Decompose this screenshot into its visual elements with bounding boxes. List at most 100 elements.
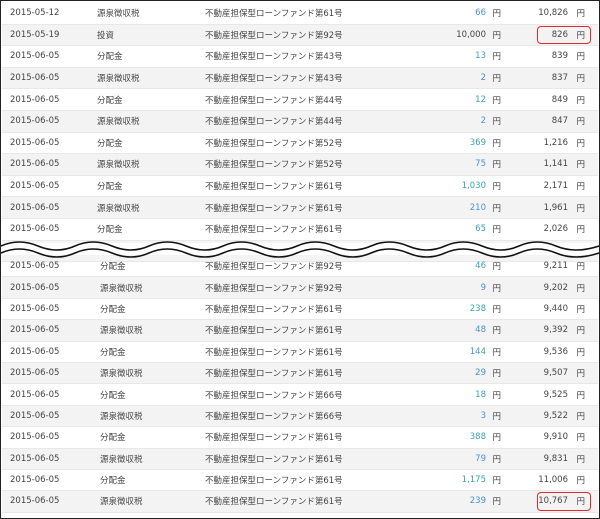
transaction-amount: 210 <box>469 202 486 213</box>
balance-yen-unit: 円 <box>576 326 585 337</box>
amount-yen-unit: 円 <box>492 454 501 465</box>
amount-yen-unit: 円 <box>492 52 501 63</box>
transaction-row: 2015-06-05 源泉徴収税 不動産担保型ローンファンド第61号 48 円 9,392… <box>2 320 598 342</box>
amount-yen-unit: 円 <box>492 225 501 236</box>
balance-amount: 9,536 <box>543 346 568 357</box>
transaction-history-panel: 2015-05-12 源泉徴収税 不動産担保型ローンファンド第61号 66 円 10,82… <box>0 0 600 519</box>
transaction-type: 源泉徴収税 <box>97 74 140 85</box>
balance-amount: 9,440 <box>543 303 568 314</box>
transaction-row: 2015-06-05 分配金 不動産担保型ローンファンド第61号 238 円 9,440 円 <box>2 299 598 321</box>
balance-yen-unit: 円 <box>576 476 585 487</box>
transaction-amount: 239 <box>469 496 486 507</box>
highlighted-balance-box <box>537 25 591 45</box>
transaction-amount: 1,175 <box>461 475 486 486</box>
transaction-row: 2015-06-05 分配金 不動産担保型ローンファンド第66号 18 円 9,525 円 <box>2 384 598 406</box>
transaction-date: 2015-06-05 <box>10 116 60 127</box>
transaction-date: 2015-06-05 <box>10 282 60 293</box>
transaction-date: 2015-06-05 <box>10 159 60 170</box>
transaction-row: 2015-06-05 源泉徴収税 不動産担保型ローンファンド第52号 75 円 1,141… <box>2 154 598 176</box>
transaction-type: 分配金 <box>97 95 123 106</box>
balance-yen-unit: 円 <box>576 225 585 236</box>
transaction-date: 2015-06-05 <box>10 303 60 314</box>
transaction-date: 2015-05-19 <box>10 29 60 40</box>
balance-amount: 2,026 <box>543 224 568 235</box>
transaction-amount: 9 <box>480 282 486 293</box>
transaction-amount: 46 <box>475 261 486 272</box>
amount-yen-unit: 円 <box>492 390 501 401</box>
transaction-date: 2015-06-05 <box>10 73 60 84</box>
transaction-type: 源泉徴収税 <box>100 326 143 337</box>
transaction-amount: 18 <box>475 389 486 400</box>
balance-yen-unit: 円 <box>576 74 585 85</box>
transaction-type: 分配金 <box>100 304 126 315</box>
balance-amount: 839 <box>551 51 568 62</box>
amount-yen-unit: 円 <box>492 326 501 337</box>
fund-name: 不動産担保型ローンファンド第61号 <box>205 476 343 487</box>
balance-amount: 9,910 <box>543 432 568 443</box>
amount-yen-unit: 円 <box>492 369 501 380</box>
transaction-type: 源泉徴収税 <box>100 283 143 294</box>
transaction-type: 分配金 <box>97 182 123 193</box>
fund-name: 不動産担保型ローンファンド第66号 <box>205 390 343 401</box>
transaction-date: 2015-06-05 <box>10 261 60 272</box>
amount-yen-unit: 円 <box>492 74 501 85</box>
balance-yen-unit: 円 <box>576 390 585 401</box>
transaction-type: 分配金 <box>100 390 126 401</box>
balance-yen-unit: 円 <box>576 283 585 294</box>
balance-yen-unit: 円 <box>576 95 585 106</box>
fund-name: 不動産担保型ローンファンド第52号 <box>205 160 343 171</box>
transaction-amount: 369 <box>469 137 486 148</box>
transaction-amount: 144 <box>469 346 486 357</box>
fund-name: 不動産担保型ローンファンド第66号 <box>205 411 343 422</box>
transaction-amount: 2 <box>480 116 486 127</box>
fund-name: 不動産担保型ローンファンド第61号 <box>205 369 343 380</box>
amount-yen-unit: 円 <box>492 262 501 273</box>
transaction-amount: 2 <box>480 73 486 84</box>
transaction-amount: 79 <box>475 453 486 464</box>
transaction-amount: 65 <box>475 224 486 235</box>
transaction-date: 2015-06-05 <box>10 137 60 148</box>
balance-yen-unit: 円 <box>576 304 585 315</box>
transaction-type: 源泉徴収税 <box>100 411 143 422</box>
amount-yen-unit: 円 <box>492 117 501 128</box>
transaction-row: 2015-06-05 分配金 不動産担保型ローンファンド第61号 1,175 円 11,0… <box>2 470 598 492</box>
transaction-type: 投資 <box>97 30 115 41</box>
amount-yen-unit: 円 <box>492 203 501 214</box>
transaction-amount: 12 <box>475 94 486 105</box>
balance-amount: 9,211 <box>543 261 568 272</box>
amount-yen-unit: 円 <box>492 411 501 422</box>
amount-yen-unit: 円 <box>492 347 501 358</box>
transaction-date: 2015-06-05 <box>10 432 60 443</box>
transaction-row: 2015-06-05 分配金 不動産担保型ローンファンド第61号 144 円 9,536 円 <box>2 342 598 363</box>
fund-name: 不動産担保型ローンファンド第43号 <box>205 74 343 85</box>
balance-yen-unit: 円 <box>576 203 585 214</box>
balance-amount: 847 <box>551 116 568 127</box>
balance-yen-unit: 円 <box>576 138 585 149</box>
transaction-date: 2015-06-05 <box>10 224 60 235</box>
fund-name: 不動産担保型ローンファンド第61号 <box>205 433 343 444</box>
transaction-type: 分配金 <box>97 138 123 149</box>
transaction-amount: 238 <box>469 303 486 314</box>
transaction-type: 分配金 <box>100 476 126 487</box>
fund-name: 不動産担保型ローンファンド第61号 <box>205 347 343 358</box>
transaction-type: 分配金 <box>100 433 126 444</box>
balance-amount: 837 <box>551 73 568 84</box>
fund-name: 不動産担保型ローンファンド第61号 <box>205 9 343 20</box>
transaction-date: 2015-06-05 <box>10 202 60 213</box>
transaction-date: 2015-06-05 <box>10 496 60 507</box>
amount-yen-unit: 円 <box>492 95 501 106</box>
balance-yen-unit: 円 <box>576 160 585 171</box>
balance-amount: 9,507 <box>543 368 568 379</box>
balance-amount: 9,522 <box>543 410 568 421</box>
transaction-row: 2015-06-05 源泉徴収税 不動産担保型ローンファンド第61号 210 円 1,96… <box>2 197 598 219</box>
balance-yen-unit: 円 <box>576 117 585 128</box>
transaction-table-top: 2015-05-12 源泉徴収税 不動産担保型ローンファンド第61号 66 円 10,82… <box>2 3 598 263</box>
transaction-date: 2015-05-12 <box>10 8 60 19</box>
transaction-amount: 29 <box>475 368 486 379</box>
transaction-amount: 388 <box>469 432 486 443</box>
transaction-type: 源泉徴収税 <box>97 9 140 20</box>
fund-name: 不動産担保型ローンファンド第61号 <box>205 497 343 508</box>
transaction-amount: 66 <box>475 8 486 19</box>
transaction-date: 2015-06-05 <box>10 51 60 62</box>
balance-amount: 9,831 <box>543 453 568 464</box>
